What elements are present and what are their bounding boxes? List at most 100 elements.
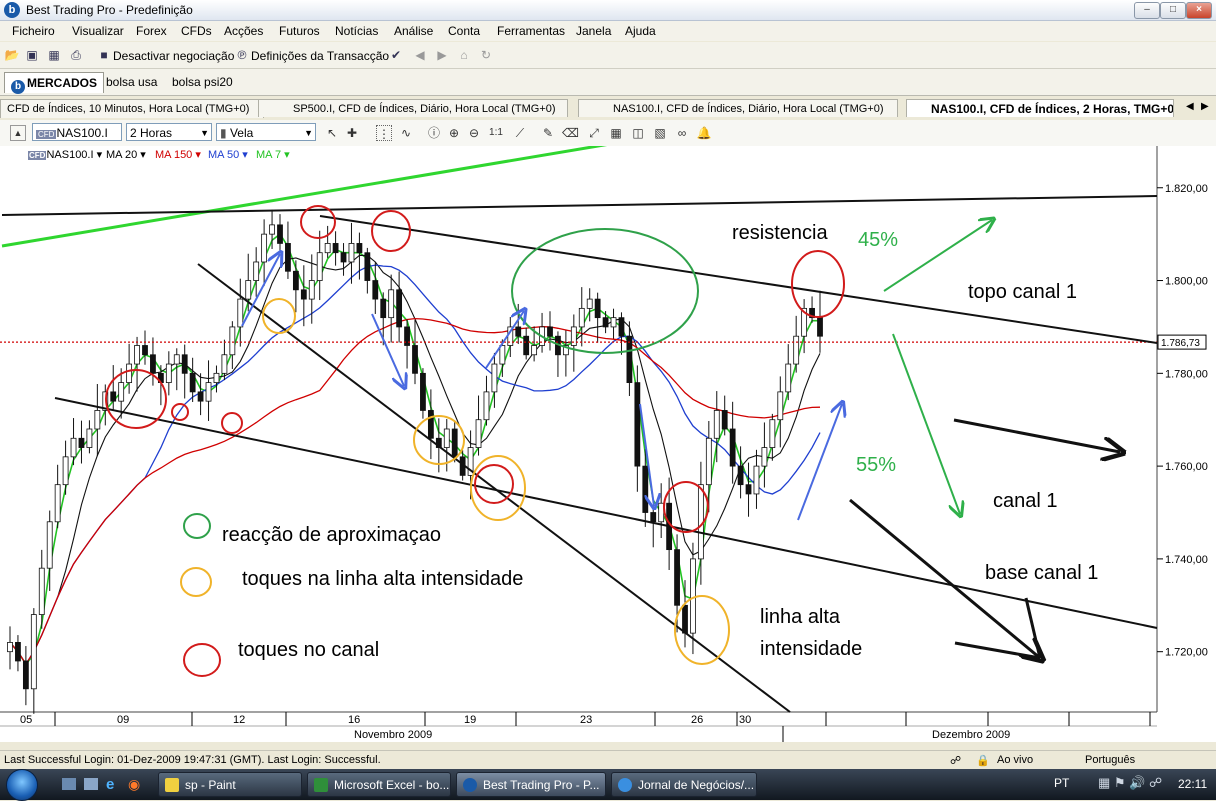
- link-icon[interactable]: ∞: [674, 125, 690, 141]
- candle-body: [237, 298, 244, 328]
- input-language[interactable]: PT: [1054, 776, 1069, 790]
- collapse-up-icon[interactable]: ▲: [10, 125, 26, 141]
- compare-icon[interactable]: ▧: [652, 125, 668, 141]
- tab-mercados[interactable]: b MERCADOS: [4, 72, 105, 94]
- opera-icon[interactable]: ◉: [128, 776, 140, 793]
- candle-body: [118, 382, 125, 402]
- price-chart[interactable]: 1.820,00 1.800,00 1.780,00 1.760,00 1.740,00…: [0, 146, 1216, 742]
- chart-tab-4[interactable]: NAS100.I, CFD de Índices, 2 Horas, TMG+0: [906, 99, 1174, 117]
- pencil-icon[interactable]: ✎: [540, 125, 556, 141]
- candle-body: [181, 354, 188, 374]
- tab-scroll-left-icon[interactable]: ◀: [1186, 101, 1194, 112]
- tab-scroll-right-icon[interactable]: ▶: [1201, 101, 1209, 112]
- candle-body: [70, 437, 77, 458]
- language-status[interactable]: Português: [1085, 754, 1135, 766]
- back-icon[interactable]: ◀: [412, 47, 428, 63]
- print-icon[interactable]: ⎙: [68, 47, 84, 63]
- chart-tab-2[interactable]: SP500.I, CFD de Índices, Diário, Hora Lo…: [258, 99, 568, 117]
- taskbar-item-best-trading[interactable]: Best Trading Pro - P...: [456, 772, 606, 797]
- candle-body: [745, 484, 752, 495]
- menu-accoes[interactable]: Acções: [224, 24, 263, 38]
- tray-icons[interactable]: ▦ ⚑ 🔊 ☍: [1098, 775, 1162, 791]
- menu-ferramentas[interactable]: Ferramentas: [497, 24, 565, 38]
- chart-tab-3[interactable]: NAS100.I, CFD de Índices, Diário, Hora L…: [578, 99, 898, 117]
- candle-body: [491, 363, 498, 393]
- start-button[interactable]: [6, 769, 38, 801]
- chevron-down-icon: ▼: [304, 128, 313, 138]
- menu-forex[interactable]: Forex: [136, 24, 167, 38]
- indicator-nas100[interactable]: CFDNAS100.I ▾: [28, 148, 102, 161]
- candle-body: [229, 326, 236, 356]
- menu-visualizar[interactable]: Visualizar: [72, 24, 124, 38]
- grid-icon[interactable]: ⋮: [376, 125, 392, 141]
- menu-analise[interactable]: Análise: [394, 24, 433, 38]
- switch-windows-icon[interactable]: [84, 778, 98, 790]
- title-bar: b Best Trading Pro - Predefinição – □ ×: [0, 0, 1216, 21]
- candle-body: [777, 391, 784, 421]
- candle-body: [721, 410, 728, 430]
- check-icon[interactable]: ✔: [388, 47, 404, 63]
- taskbar-item-excel[interactable]: Microsoft Excel - bo...: [307, 772, 451, 797]
- tab-bolsa-usa[interactable]: bolsa usa: [100, 72, 163, 92]
- info-icon[interactable]: ⓘ: [426, 125, 442, 141]
- fit-icon[interactable]: ⤢: [586, 125, 602, 141]
- zoom-in-icon[interactable]: ⊕: [446, 125, 462, 141]
- maximize-button[interactable]: □: [1160, 2, 1186, 19]
- eraser-icon[interactable]: ⌫: [562, 125, 579, 141]
- indicator-ma50[interactable]: MA 50 ▾: [208, 148, 248, 161]
- tab-bolsa-psi20[interactable]: bolsa psi20: [166, 72, 239, 92]
- candle-body: [420, 372, 426, 411]
- candle-body: [245, 280, 252, 300]
- save-all-icon[interactable]: ▦: [46, 47, 62, 63]
- menu-conta[interactable]: Conta: [448, 24, 480, 38]
- forward-icon[interactable]: ▶: [434, 47, 450, 63]
- candle-body: [443, 428, 450, 448]
- candle-body: [713, 410, 720, 439]
- month-label: Dezembro 2009: [932, 729, 1010, 741]
- show-desktop-icon[interactable]: [62, 778, 76, 790]
- line-tool-icon[interactable]: ⟋: [512, 125, 528, 141]
- one-to-one-icon[interactable]: 1:1: [488, 125, 504, 141]
- minimize-button[interactable]: –: [1134, 2, 1160, 19]
- home-icon[interactable]: ⌂: [456, 47, 472, 63]
- menu-cfds[interactable]: CFDs: [181, 24, 212, 38]
- taskbar-item-jornal[interactable]: Jornal de Negócios/...: [611, 772, 757, 797]
- refresh-icon[interactable]: ↻: [478, 47, 494, 63]
- open-folder-icon[interactable]: 📂: [4, 47, 20, 63]
- zoom-out-icon[interactable]: ⊖: [466, 125, 482, 141]
- symbol-field[interactable]: CFD NAS100.I: [32, 123, 122, 141]
- alert-bell-icon[interactable]: 🔔: [696, 125, 712, 141]
- candle-body: [38, 567, 45, 615]
- save-icon[interactable]: ▣: [24, 47, 40, 63]
- crosshair-icon[interactable]: ✚: [344, 125, 360, 141]
- chart-tab-1[interactable]: CFD de Índices, 10 Minutos, Hora Local (…: [0, 99, 264, 118]
- trade-settings-icon[interactable]: ℗: [234, 47, 250, 63]
- indicator-ma150[interactable]: MA 150 ▾: [155, 148, 201, 161]
- legend-green-label: reacção de aproximaçao: [222, 524, 441, 546]
- indicator-ma7[interactable]: MA 7 ▾: [256, 148, 290, 161]
- close-button[interactable]: ×: [1186, 2, 1212, 19]
- taskbar: e ◉ sp - Paint Microsoft Excel - bo... B…: [0, 769, 1216, 801]
- cursor-icon[interactable]: ↖: [324, 125, 340, 141]
- indicator-ma20[interactable]: MA 20 ▾: [106, 148, 146, 161]
- menu-ajuda[interactable]: Ajuda: [625, 24, 656, 38]
- indicator-ma20-label: MA 20: [106, 149, 138, 161]
- menu-futuros[interactable]: Futuros: [279, 24, 320, 38]
- indicator-icon[interactable]: ∿: [398, 125, 414, 141]
- taskbar-item-paint[interactable]: sp - Paint: [158, 772, 302, 797]
- template-icon[interactable]: ▦: [608, 125, 624, 141]
- candle-body: [205, 382, 212, 402]
- trade-off-icon[interactable]: ■: [96, 47, 112, 63]
- trade-settings-button[interactable]: Definições da Transacção: [251, 49, 389, 63]
- indicator-ma7-label: MA 7: [256, 149, 282, 161]
- deactivate-trading-button[interactable]: Desactivar negociação: [113, 49, 234, 63]
- taskbar-item-paint-label: sp - Paint: [185, 778, 236, 792]
- menu-noticias[interactable]: Notícias: [335, 24, 378, 38]
- chart-type-select[interactable]: ▮ Vela ▼: [216, 123, 316, 141]
- timeframe-select[interactable]: 2 Horas ▼: [126, 123, 212, 141]
- ie-icon[interactable]: e: [106, 776, 114, 793]
- menu-ficheiro[interactable]: Ficheiro: [12, 24, 55, 38]
- candle-body: [7, 642, 13, 653]
- menu-janela[interactable]: Janela: [576, 24, 611, 38]
- layers-icon[interactable]: ◫: [630, 125, 646, 141]
